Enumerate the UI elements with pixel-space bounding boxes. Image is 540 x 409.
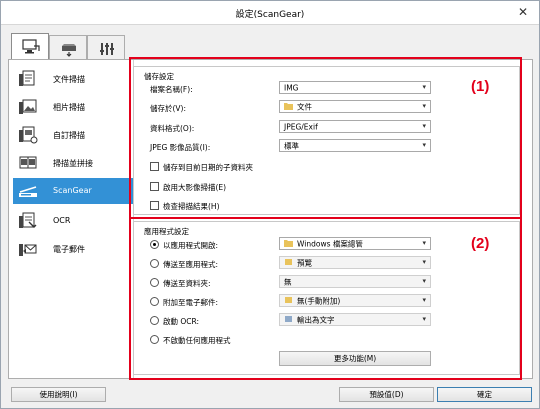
nav-label: 相片掃描 bbox=[53, 103, 85, 112]
nav-item-ocr[interactable]: OCR bbox=[13, 208, 133, 234]
close-icon[interactable]: ✕ bbox=[516, 5, 530, 19]
title-bar: 設定(ScanGear) ✕ bbox=[1, 1, 539, 25]
scan-and-stitch-icon bbox=[19, 156, 37, 169]
callout-1: (1) bbox=[471, 78, 490, 95]
nav-item-scangear[interactable]: ScanGear bbox=[13, 178, 133, 204]
highlight-box-save-settings bbox=[129, 57, 522, 219]
scan-from-computer-icon bbox=[22, 39, 40, 54]
ok-button[interactable]: 確定 bbox=[437, 387, 532, 402]
scan-type-list: 文件掃描 相片掃描 自訂掃描 掃描並拼接 ScanGear OCR 電子郵件 bbox=[9, 60, 133, 378]
settings-window: 設定(ScanGear) ✕ 文件掃描 相片掃描 自訂掃描 掃描並拼接 Scan… bbox=[0, 0, 540, 409]
nav-label: ScanGear bbox=[53, 186, 92, 195]
nav-item-custom-scan[interactable]: 自訂掃描 bbox=[13, 122, 133, 148]
document-scan-icon bbox=[19, 70, 35, 86]
tab-general-settings[interactable] bbox=[87, 35, 125, 61]
nav-label: 文件掃描 bbox=[53, 75, 85, 84]
tab-scan-from-computer[interactable] bbox=[11, 33, 49, 60]
callout-2: (2) bbox=[471, 235, 490, 252]
ocr-icon bbox=[19, 212, 37, 228]
tab-scan-from-operation-panel[interactable] bbox=[49, 35, 87, 61]
nav-item-document-scan[interactable]: 文件掃描 bbox=[13, 66, 133, 92]
window-title: 設定(ScanGear) bbox=[235, 10, 305, 20]
help-button[interactable]: 使用說明(I) bbox=[11, 387, 106, 402]
scanner-driver-icon bbox=[19, 186, 37, 197]
general-settings-icon bbox=[100, 43, 114, 55]
nav-label: 自訂掃描 bbox=[53, 131, 85, 140]
defaults-button[interactable]: 預設值(D) bbox=[339, 387, 434, 402]
email-icon bbox=[19, 244, 37, 256]
nav-item-scan-and-stitch[interactable]: 掃描並拼接 bbox=[13, 150, 133, 176]
nav-label: 電子郵件 bbox=[53, 245, 85, 254]
photo-scan-icon bbox=[19, 99, 37, 114]
nav-label: OCR bbox=[53, 216, 71, 225]
nav-item-email[interactable]: 電子郵件 bbox=[13, 236, 133, 262]
highlight-box-application-settings bbox=[129, 217, 522, 380]
scan-from-operation-panel-icon bbox=[62, 44, 76, 57]
nav-item-photo-scan[interactable]: 相片掃描 bbox=[13, 94, 133, 120]
custom-scan-icon bbox=[19, 126, 38, 144]
nav-label: 掃描並拼接 bbox=[53, 159, 93, 168]
